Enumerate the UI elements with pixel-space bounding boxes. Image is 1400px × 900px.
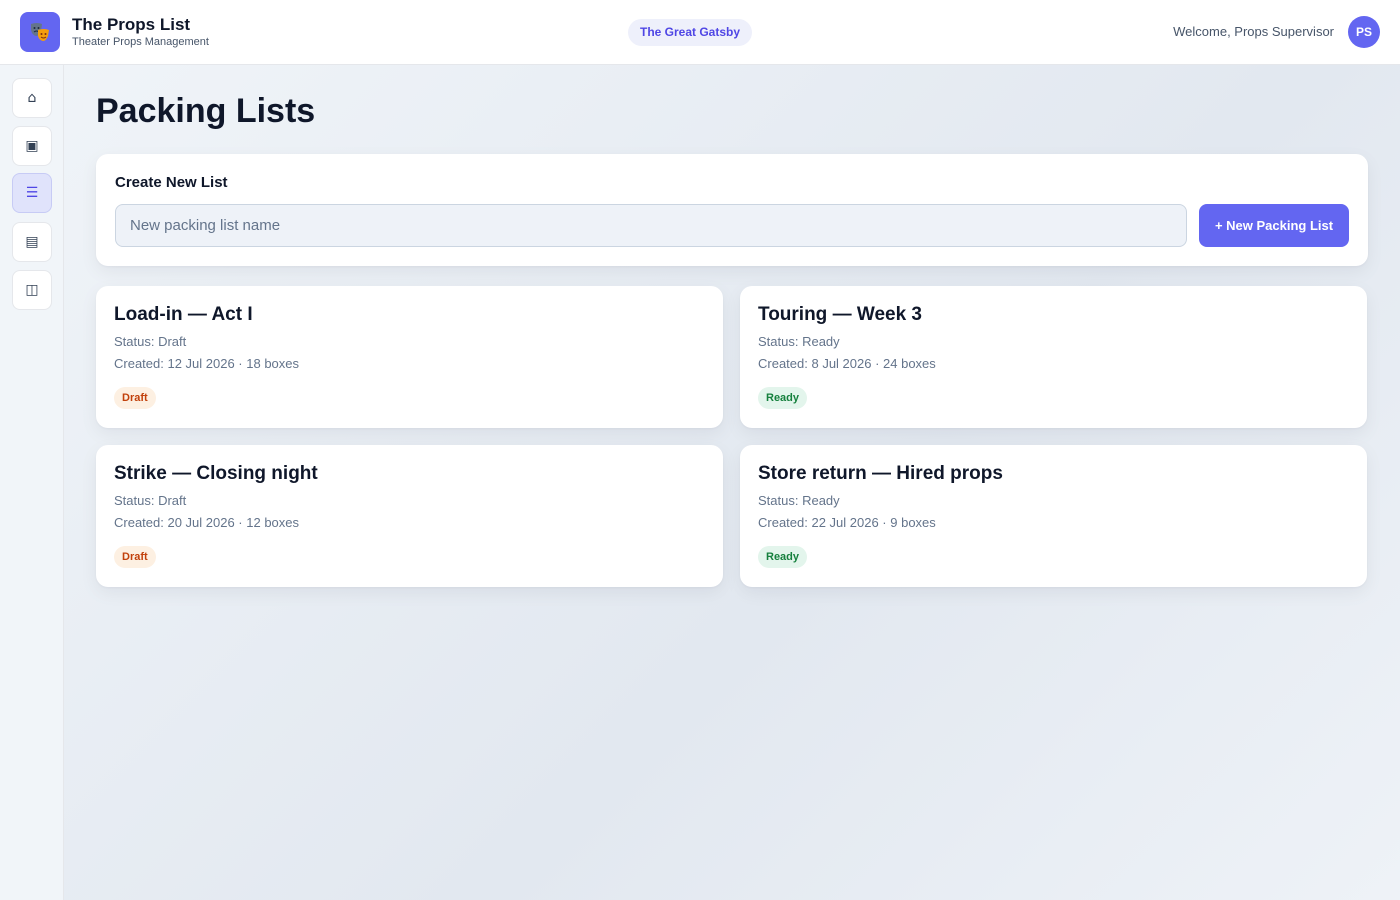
sidebar: ⌂ ▣ ☰ ▤ ◫ [0, 65, 64, 900]
create-list-heading: Create New List [115, 174, 228, 191]
props-icon: ▣ [25, 138, 39, 154]
packing-list-card[interactable]: Load-in — Act I Status: Draft Created: 1… [96, 286, 723, 428]
list-title[interactable]: Strike — Closing night [114, 463, 318, 485]
list-title[interactable]: Touring — Week 3 [758, 304, 922, 326]
sidebar-packing-lists-button[interactable]: ☰ [12, 173, 52, 213]
status-badge: Ready [758, 387, 808, 409]
list-status: Status: Ready [758, 493, 840, 508]
status-badge: Draft [114, 387, 156, 409]
list-status: Status: Ready [758, 334, 840, 349]
list-meta: Created: 8 Jul 2026 · 24 boxes [758, 356, 936, 371]
new-packing-list-button[interactable]: + New Packing List [1199, 204, 1349, 247]
list-status: Status: Draft [114, 334, 187, 349]
home-icon: ⌂ [27, 90, 37, 106]
packing-list-name-input[interactable] [115, 204, 1187, 247]
production-selector[interactable]: The Great Gatsby [628, 19, 753, 46]
packing-list-card[interactable]: Strike — Closing night Status: Draft Cre… [96, 445, 723, 587]
app-title: The Props List [72, 15, 191, 34]
list-title[interactable]: Load-in — Act I [114, 304, 253, 326]
sidebar-props-button[interactable]: ▣ [12, 126, 52, 166]
inventory-icon: ▤ [25, 234, 39, 250]
list-title[interactable]: Store return — Hired props [758, 463, 1003, 485]
list-status: Status: Draft [114, 493, 187, 508]
layout-icon: ◫ [25, 282, 39, 298]
theater-masks-icon[interactable] [20, 12, 60, 52]
avatar[interactable]: PS [1348, 16, 1380, 48]
sidebar-inventory-button[interactable]: ▤ [12, 222, 52, 262]
list-meta: Created: 22 Jul 2026 · 9 boxes [758, 515, 936, 530]
top-bar: The Props List Theater Props Management … [0, 0, 1400, 65]
sidebar-layout-button[interactable]: ◫ [12, 270, 52, 310]
packing-list-card[interactable]: Store return — Hired props Status: Ready… [740, 445, 1367, 587]
status-badge: Draft [114, 546, 156, 568]
sidebar-home-button[interactable]: ⌂ [12, 78, 52, 118]
create-list-card: Create New List + New Packing List [96, 154, 1368, 266]
packing-list-card[interactable]: Touring — Week 3 Status: Ready Created: … [740, 286, 1367, 428]
app-subtitle: Theater Props Management [72, 36, 209, 48]
list-meta: Created: 12 Jul 2026 · 18 boxes [114, 356, 300, 371]
list-meta: Created: 20 Jul 2026 · 12 boxes [114, 515, 300, 530]
list-icon: ☰ [25, 185, 39, 201]
welcome-text: Welcome, Props Supervisor [1173, 24, 1334, 39]
page-title: Packing Lists [96, 92, 316, 130]
status-badge: Ready [758, 546, 808, 568]
